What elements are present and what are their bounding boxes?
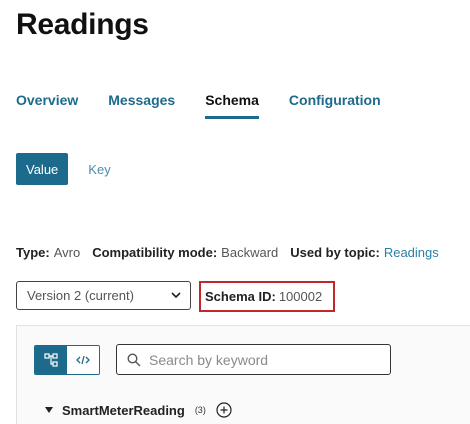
schema-id-label: Schema ID: xyxy=(205,289,276,304)
version-select[interactable]: Version 2 (current) xyxy=(16,281,191,310)
collapse-caret-icon[interactable] xyxy=(45,407,53,413)
code-view-icon xyxy=(76,355,90,365)
compatibility-info: Compatibility mode: Backward xyxy=(92,245,278,260)
search-placeholder: Search by keyword xyxy=(149,351,269,368)
value-button[interactable]: Value xyxy=(16,153,69,185)
page-title: Readings xyxy=(16,8,149,41)
schema-meta: Type: Avro Compatibility mode: Backward Us… xyxy=(16,245,439,260)
tree-node-row: SmartMeterReading (3) xyxy=(45,402,232,418)
view-toggle xyxy=(34,345,100,375)
tab-messages[interactable]: Messages xyxy=(108,92,175,119)
tab-configuration[interactable]: Configuration xyxy=(289,92,381,119)
version-select-value: Version 2 (current) xyxy=(27,288,134,303)
schema-panel: Search by keyword SmartMeterReading (3) xyxy=(16,325,470,424)
type-label: Type: xyxy=(16,245,50,260)
tab-overview[interactable]: Overview xyxy=(16,92,78,119)
chevron-down-icon xyxy=(171,292,181,299)
type-info: Type: Avro xyxy=(16,245,80,260)
value-key-toggle: Value Key xyxy=(16,153,121,185)
schema-id-value: 100002 xyxy=(278,289,323,304)
compatibility-label: Compatibility mode: xyxy=(92,245,218,260)
add-circle-icon[interactable] xyxy=(216,402,232,418)
tree-node-count: (3) xyxy=(194,405,206,415)
tab-bar: Overview Messages Schema Configuration xyxy=(16,92,381,119)
key-button[interactable]: Key xyxy=(78,153,120,185)
schema-id: Schema ID: 100002 xyxy=(199,281,335,312)
tree-view-icon xyxy=(44,353,58,367)
topic-link[interactable]: Readings xyxy=(384,245,439,260)
tab-schema[interactable]: Schema xyxy=(205,92,259,119)
tree-view-button[interactable] xyxy=(35,346,67,374)
tree-node-name[interactable]: SmartMeterReading xyxy=(62,403,185,418)
type-value: Avro xyxy=(53,245,81,260)
search-input[interactable]: Search by keyword xyxy=(116,344,391,375)
used-by-topic-label: Used by topic: xyxy=(290,245,380,260)
compatibility-value: Backward xyxy=(221,245,279,260)
search-icon xyxy=(127,352,141,366)
code-view-button[interactable] xyxy=(67,346,99,374)
used-by-topic-info: Used by topic: Readings xyxy=(290,245,439,260)
